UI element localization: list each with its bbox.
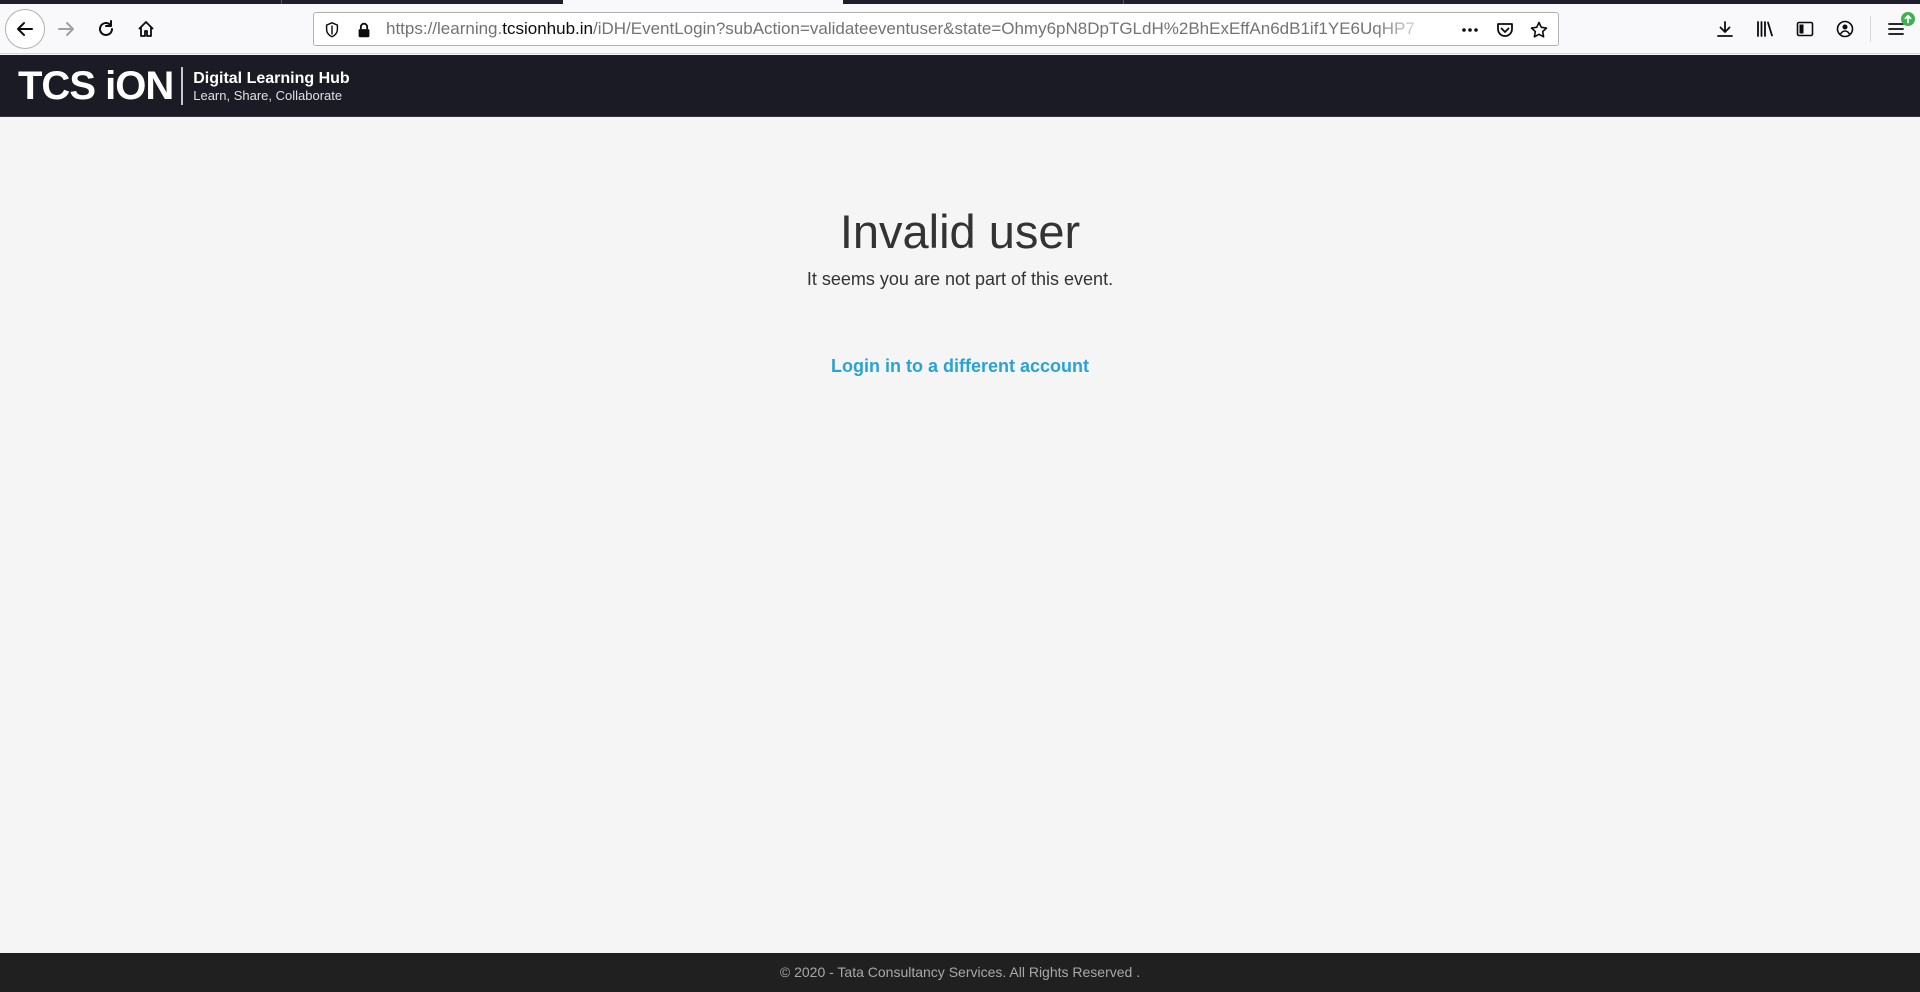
logo-divider	[181, 67, 184, 105]
menu-button[interactable]	[1879, 12, 1915, 46]
shield-icon[interactable]	[322, 20, 342, 40]
url-host: tcsionhub.in	[502, 19, 593, 38]
account-icon	[1836, 20, 1854, 38]
account-button[interactable]	[1828, 12, 1862, 46]
tcs-ion-logo[interactable]: TCS iON Digital Learning Hub Learn, Shar…	[18, 65, 350, 107]
update-badge-icon	[1901, 12, 1915, 26]
library-icon	[1757, 21, 1773, 37]
back-button[interactable]	[5, 9, 45, 49]
sidebar-icon	[1796, 21, 1814, 37]
star-icon[interactable]	[1529, 20, 1549, 40]
logo-tagline: Learn, Share, Collaborate	[193, 87, 343, 103]
home-icon	[138, 21, 154, 37]
browser-toolbar: https://learning.tcsionhub.in/iDH/EventL…	[0, 4, 1920, 54]
login-different-account-link[interactable]: Login in to a different account	[0, 356, 1920, 377]
home-button[interactable]	[129, 12, 163, 46]
forward-button[interactable]	[49, 12, 83, 46]
toolbar-separator	[1870, 16, 1871, 42]
reload-icon	[99, 20, 113, 36]
url-text[interactable]: https://learning.tcsionhub.in/iDH/EventL…	[386, 13, 1426, 45]
more-icon[interactable]	[1460, 20, 1480, 40]
copyright-text: © 2020 - Tata Consultancy Services. All …	[779, 964, 1141, 980]
page-title: Invalid user	[839, 205, 1081, 258]
url-prefix: https://learning.	[386, 19, 503, 38]
sidebar-button[interactable]	[1788, 12, 1822, 46]
logo-title: Digital Learning Hub	[193, 69, 350, 87]
library-button[interactable]	[1748, 12, 1782, 46]
lock-icon[interactable]	[354, 20, 374, 40]
site-header: TCS iON Digital Learning Hub Learn, Shar…	[0, 55, 1920, 117]
url-fade	[1374, 13, 1434, 45]
main-content: Invalid user It seems you are not part o…	[0, 118, 1920, 953]
error-message: It seems you are not part of this event.	[806, 269, 1114, 289]
logo-text: Digital Learning Hub Learn, Share, Colla…	[193, 69, 349, 104]
logo-mark: TCS iON	[18, 64, 174, 108]
url-path: /iDH/EventLogin?subAction=validateeventu…	[592, 19, 1415, 38]
back-icon	[17, 22, 33, 36]
download-icon	[1717, 21, 1733, 37]
pocket-icon[interactable]	[1495, 20, 1515, 40]
forward-icon	[58, 22, 74, 36]
reload-button[interactable]	[89, 12, 123, 46]
footer: © 2020 - Tata Consultancy Services. All …	[0, 953, 1920, 992]
address-bar[interactable]: https://learning.tcsionhub.in/iDH/EventL…	[313, 12, 1559, 46]
downloads-button[interactable]	[1708, 12, 1742, 46]
